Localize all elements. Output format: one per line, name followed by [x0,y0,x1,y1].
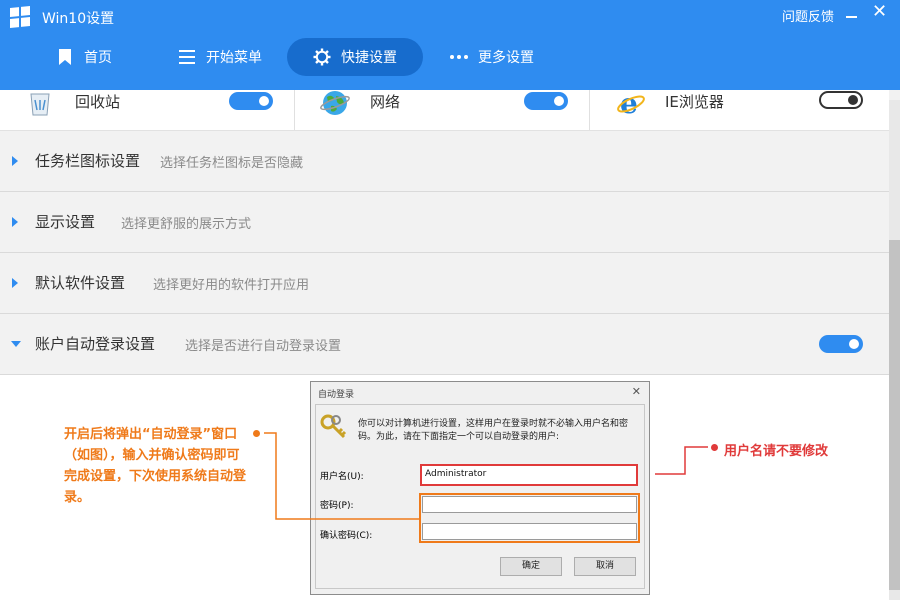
recycle-bin-toggle[interactable] [229,92,273,110]
expand-arrow-icon [12,217,18,227]
setting-desc: 选择是否进行自动登录设置 [185,339,342,354]
expand-arrow-icon [12,156,18,166]
confirm-password-label: 确认密码(C): [320,531,373,541]
keys-icon [320,414,348,443]
windows-logo-icon [10,5,30,29]
dialog-ok-button: 确定 [500,557,562,576]
nav-quick-settings[interactable]: 快捷设置 [287,38,423,76]
nav-start-menu[interactable]: 开始菜单 [178,38,262,76]
menu-lines-icon [178,48,196,66]
network-globe-icon [319,88,351,122]
quick-toggle-label: IE浏览器 [665,93,724,111]
username-label: 用户名(U): [320,472,364,482]
nav-more-settings[interactable]: 更多设置 [450,38,534,76]
annotation-left: 开启后将弹出“自动登录”窗口（如图），输入并确认密码即可完成设置，下次使用系统自… [64,427,247,505]
dialog-title: 自动登录 [318,390,355,400]
close-icon[interactable]: ✕ [872,2,888,22]
password-field [422,496,637,513]
quick-toggle-recycle-bin: 回收站 [0,90,294,130]
setting-title: 任务栏图标设置 [35,152,141,170]
annotation-dot-left [253,430,260,437]
setting-desc: 选择更舒服的展示方式 [121,217,252,232]
dialog-cancel-button: 取消 [574,557,636,576]
minimize-icon[interactable] [846,2,860,22]
password-label: 密码(P): [320,501,354,511]
dialog-close-icon: ✕ [631,385,641,398]
setting-row-taskbar[interactable]: 任务栏图标设置 选择任务栏图标是否隐藏 [0,131,889,192]
setting-row-display[interactable]: 显示设置 选择更舒服的展示方式 [0,192,889,253]
annotation-right: 用户名请不要修改 [724,444,829,459]
dialog-message: 你可以对计算机进行设置，这样用户在登录时就不必输入用户名和密码。为此，请在下面指… [358,419,629,442]
username-field: Administrator [420,464,638,486]
nav-more-label: 更多设置 [478,50,534,66]
quick-toggle-network: 网络 [295,90,589,130]
setting-desc: 选择更好用的软件打开应用 [153,278,310,293]
confirm-password-field [422,523,637,540]
quick-toggle-ie: e IE浏览器 [590,87,889,130]
network-toggle[interactable] [524,92,568,110]
scrollbar-thumb[interactable] [889,240,900,590]
nav-home[interactable]: 首页 [56,38,112,76]
setting-title: 账户自动登录设置 [35,335,156,353]
setting-title: 默认软件设置 [35,274,126,292]
feedback-link[interactable]: 问题反馈 [782,6,834,25]
setting-title: 显示设置 [35,213,96,231]
quick-toggle-label: 网络 [370,93,401,111]
ie-browser-icon: e [616,87,646,122]
setting-desc: 选择任务栏图标是否隐藏 [160,156,304,171]
quick-toggle-label: 回收站 [75,93,121,111]
setting-row-default-apps[interactable]: 默认软件设置 选择更好用的软件打开应用 [0,253,889,314]
annotation-dot-right [711,444,718,451]
collapse-arrow-icon [11,341,21,347]
gear-icon [313,48,331,66]
app-title: Win10设置 [42,11,115,27]
recycle-bin-icon [28,90,52,120]
username-value: Administrator [425,469,487,479]
ie-toggle[interactable] [819,91,863,109]
title-bar: Win10设置 问题反馈 ✕ 首页 开始菜单 快捷设置 更多设置 [0,0,900,90]
nav-start-label: 开始菜单 [206,50,262,66]
more-dots-icon [450,48,468,66]
auto-login-toggle[interactable] [819,335,863,353]
setting-row-auto-login[interactable]: 账户自动登录设置 选择是否进行自动登录设置 [0,314,889,375]
bookmark-icon [56,48,74,66]
nav-quick-label: 快捷设置 [341,50,397,66]
nav-home-label: 首页 [84,50,112,66]
expand-arrow-icon [12,278,18,288]
quick-toggles-row: 回收站 网络 e IE浏览器 [0,87,889,131]
